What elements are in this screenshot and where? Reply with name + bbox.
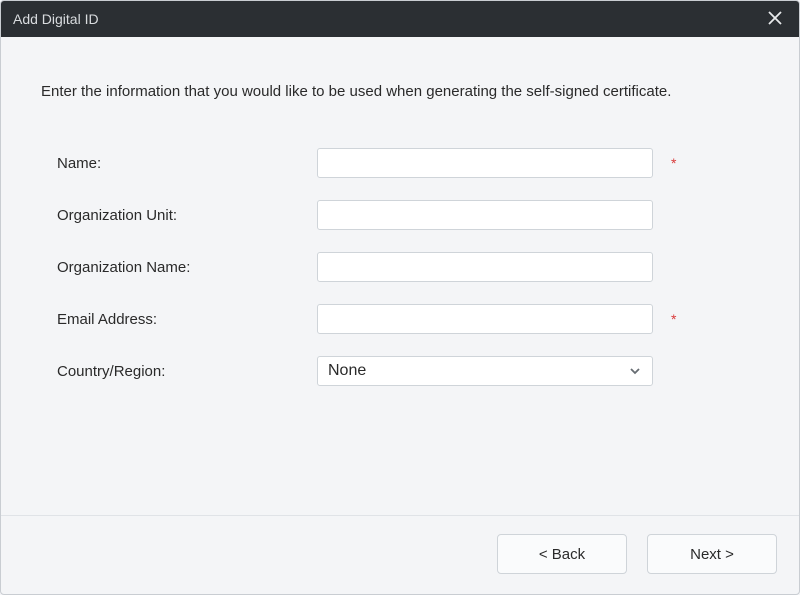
form-row-org-name: Organization Name: (57, 252, 761, 282)
country-select[interactable]: None (317, 356, 653, 386)
form-row-email: Email Address: * (57, 304, 761, 334)
country-field-wrap: None (317, 356, 653, 386)
dialog-title: Add Digital ID (13, 11, 763, 27)
name-required-marker: * (671, 155, 681, 171)
instruction-text: Enter the information that you would lik… (41, 83, 761, 100)
form-row-org-unit: Organization Unit: (57, 200, 761, 230)
dialog-body: Enter the information that you would lik… (1, 37, 799, 515)
org-unit-field-wrap (317, 200, 653, 230)
name-field-wrap (317, 148, 653, 178)
close-icon (768, 11, 782, 28)
name-label: Name: (57, 155, 317, 172)
org-name-field-wrap (317, 252, 653, 282)
country-selected-value: None (328, 362, 628, 380)
email-required-marker: * (671, 311, 681, 327)
titlebar: Add Digital ID (1, 1, 799, 37)
country-label: Country/Region: (57, 363, 317, 380)
next-button[interactable]: Next > (647, 534, 777, 574)
name-input[interactable] (317, 148, 653, 178)
back-button[interactable]: < Back (497, 534, 627, 574)
form-row-name: Name: * (57, 148, 761, 178)
dialog-footer: < Back Next > (1, 515, 799, 594)
email-label: Email Address: (57, 311, 317, 328)
form-row-country: Country/Region: None (57, 356, 761, 386)
email-field-wrap (317, 304, 653, 334)
email-input[interactable] (317, 304, 653, 334)
chevron-down-icon (628, 364, 642, 378)
org-unit-input[interactable] (317, 200, 653, 230)
certificate-form: Name: * Organization Unit: Organization … (57, 148, 761, 386)
org-name-label: Organization Name: (57, 259, 317, 276)
org-name-input[interactable] (317, 252, 653, 282)
close-button[interactable] (763, 7, 787, 31)
add-digital-id-dialog: Add Digital ID Enter the information tha… (0, 0, 800, 595)
org-unit-label: Organization Unit: (57, 207, 317, 224)
